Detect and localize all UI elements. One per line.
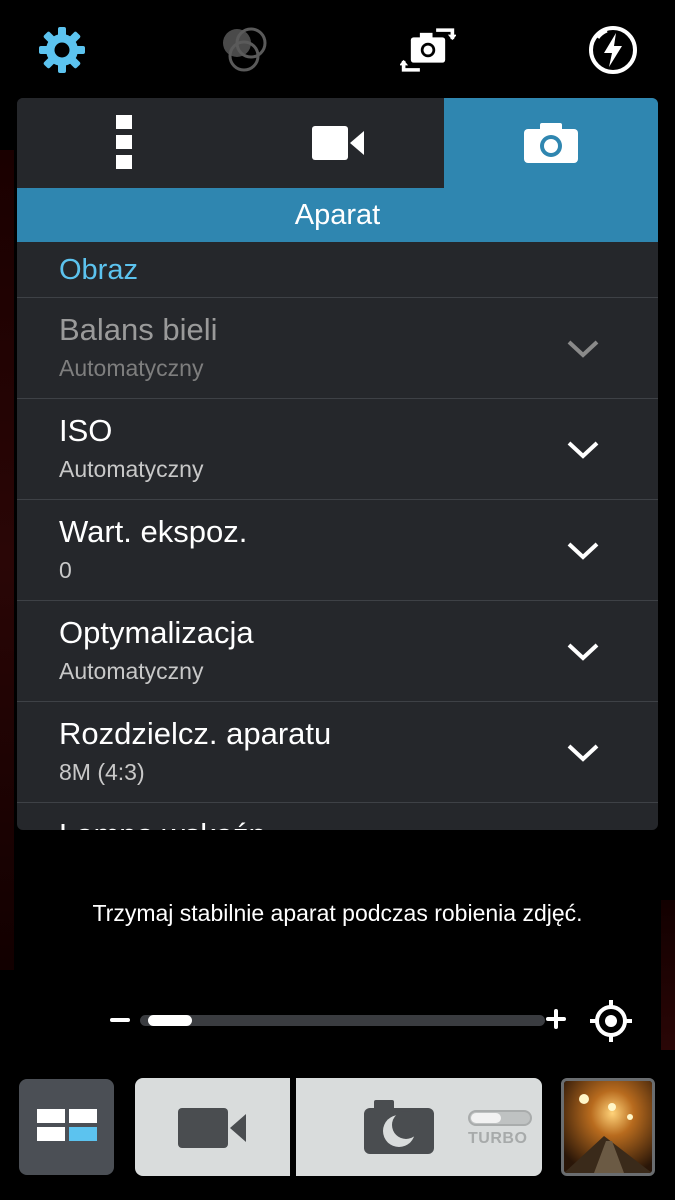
bottom-controls: TURBO bbox=[0, 1070, 675, 1200]
setting-iso[interactable]: ISO Automatyczny bbox=[17, 399, 658, 500]
setting-label: ISO bbox=[59, 413, 113, 448]
video-record-icon bbox=[178, 1108, 246, 1148]
setting-label: Wart. ekspoz. bbox=[59, 514, 248, 549]
setting-exposure[interactable]: Wart. ekspoz. 0 bbox=[17, 500, 658, 601]
setting-value: Automatyczny bbox=[59, 658, 204, 684]
flash-auto-icon bbox=[589, 26, 637, 74]
chevron-down-icon bbox=[567, 340, 599, 358]
switch-camera-icon bbox=[400, 28, 456, 72]
setting-white-balance[interactable]: Balans bieli Automatyczny bbox=[17, 298, 658, 399]
tab-general[interactable] bbox=[17, 98, 231, 188]
chevron-down-icon bbox=[567, 542, 599, 560]
camera-night-icon bbox=[364, 1100, 434, 1154]
section-header: Obraz bbox=[17, 242, 658, 298]
record-button[interactable] bbox=[135, 1078, 290, 1176]
settings-panel: Aparat Obraz Balans bieli Automatyczny I… bbox=[17, 98, 658, 830]
setting-label: Optymalizacja bbox=[59, 615, 254, 650]
gear-icon bbox=[39, 27, 85, 73]
zoom-slider[interactable] bbox=[140, 1015, 545, 1026]
more-vertical-icon bbox=[115, 115, 132, 169]
setting-value: Automatyczny bbox=[59, 456, 204, 482]
turbo-toggle[interactable] bbox=[468, 1110, 532, 1126]
camera-preview-left bbox=[0, 150, 14, 970]
tab-camera[interactable] bbox=[444, 98, 658, 188]
setting-indicator-lamp[interactable]: Lampa wskaźn bbox=[17, 803, 658, 830]
video-camera-icon bbox=[311, 126, 364, 160]
turbo-label: TURBO bbox=[468, 1130, 528, 1147]
chevron-down-icon bbox=[567, 643, 599, 661]
gallery-thumbnail[interactable] bbox=[561, 1078, 655, 1176]
flash-button[interactable] bbox=[585, 22, 641, 78]
color-effects-icon bbox=[223, 27, 267, 72]
focus-target-icon[interactable] bbox=[590, 1000, 632, 1042]
setting-value: 8M (4:3) bbox=[59, 759, 145, 785]
setting-label: Balans bieli bbox=[59, 312, 218, 347]
setting-optimization[interactable]: Optymalizacja Automatyczny bbox=[17, 601, 658, 702]
settings-button[interactable] bbox=[34, 22, 90, 78]
effects-button[interactable] bbox=[216, 22, 272, 78]
zoom-slider-thumb[interactable] bbox=[148, 1015, 192, 1026]
camera-preview-right bbox=[661, 900, 675, 1050]
setting-value: Automatyczny bbox=[59, 355, 204, 381]
mode-grid-icon bbox=[37, 1109, 97, 1141]
setting-resolution[interactable]: Rozdzielcz. aparatu 8M (4:3) bbox=[17, 702, 658, 803]
stabilize-hint: Trzymaj stabilnie aparat podczas robieni… bbox=[92, 900, 583, 926]
settings-tabs bbox=[17, 98, 658, 188]
gallery-preview-image bbox=[564, 1081, 652, 1173]
top-toolbar bbox=[0, 0, 675, 98]
zoom-in-icon[interactable] bbox=[546, 1009, 566, 1029]
zoom-out-icon[interactable] bbox=[110, 1018, 130, 1022]
turbo-toggle-knob bbox=[471, 1113, 501, 1123]
section-title: Obraz bbox=[59, 254, 138, 286]
zoom-control bbox=[110, 998, 640, 1044]
chevron-down-icon bbox=[567, 744, 599, 762]
setting-label: Lampa wskaźn bbox=[59, 817, 266, 830]
mode-button[interactable] bbox=[19, 1079, 114, 1175]
chevron-down-icon bbox=[567, 441, 599, 459]
shutter-button[interactable]: TURBO bbox=[296, 1078, 542, 1176]
tab-video[interactable] bbox=[230, 98, 445, 188]
setting-value: 0 bbox=[59, 557, 72, 583]
camera-icon bbox=[524, 123, 579, 163]
panel-title: Aparat bbox=[17, 188, 658, 242]
switch-camera-button[interactable] bbox=[400, 22, 456, 78]
setting-label: Rozdzielcz. aparatu bbox=[59, 716, 332, 751]
